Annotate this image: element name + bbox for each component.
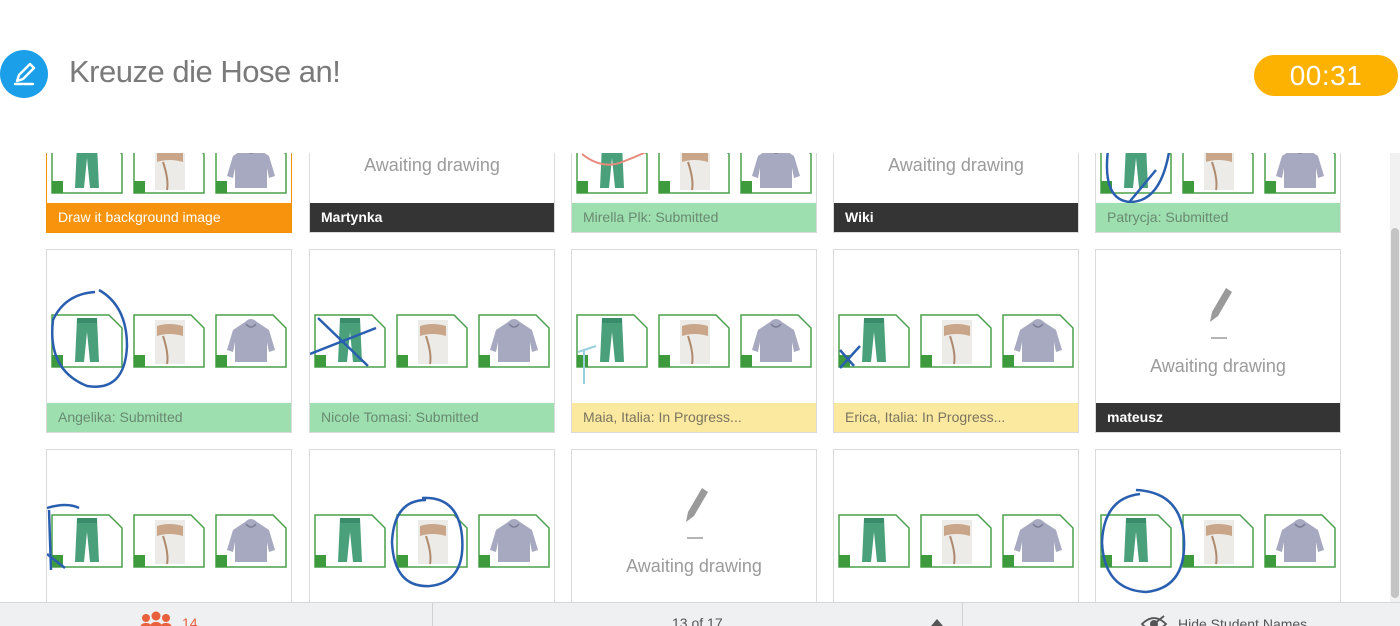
student-tile[interactable]: [46, 449, 292, 602]
hoodie-item: [1002, 514, 1074, 568]
student-tile[interactable]: Angelika: Submitted: [46, 249, 292, 433]
scrollbar-thumb[interactable]: [1391, 228, 1399, 598]
student-tile[interactable]: Draw it background image: [46, 153, 292, 233]
student-tile[interactable]: Awaiting drawing Wiki: [833, 153, 1079, 233]
shirt-item: [133, 153, 205, 194]
pants-item: [51, 514, 123, 568]
footer-divider: [962, 603, 963, 626]
header: Kreuze die Hose an! 00:31: [0, 0, 1400, 150]
hoodie-item: [478, 514, 550, 568]
shirt-item: [396, 514, 468, 568]
shirt-item: [658, 314, 730, 368]
student-tile[interactable]: [309, 449, 555, 602]
shirt-item: [133, 314, 205, 368]
pants-item: [838, 314, 910, 368]
pants-item: [314, 314, 386, 368]
footer-divider: [432, 603, 433, 626]
student-tile[interactable]: [833, 449, 1079, 602]
countdown-timer: 00:31: [1254, 55, 1398, 96]
student-tile[interactable]: Nicole Tomasi: Submitted: [309, 249, 555, 433]
footer-bar: 14 13 of 17 Hide Student Names: [0, 602, 1400, 626]
shirt-item: [920, 314, 992, 368]
pencil-icon: [0, 50, 48, 98]
activity-prompt: Kreuze die Hose an!: [69, 54, 341, 89]
pants-item: [576, 153, 648, 194]
hoodie-item: [740, 153, 812, 194]
awaiting-text: Awaiting drawing: [888, 155, 1024, 175]
student-tile[interactable]: Awaiting drawing Martynka: [309, 153, 555, 233]
tile-caption: Martynka: [310, 203, 554, 232]
awaiting-text: Awaiting drawing: [626, 556, 762, 576]
students-icon: [140, 611, 172, 626]
student-tile[interactable]: Awaiting drawing: [571, 449, 817, 602]
pants-item: [314, 514, 386, 568]
hoodie-item: [740, 314, 812, 368]
eye-slash-icon: [1140, 615, 1168, 626]
student-grid: Draw it background image Awaiting drawin…: [0, 153, 1390, 602]
pencil-icon: [686, 488, 708, 539]
student-tile[interactable]: Patrycja: Submitted: [1095, 153, 1341, 233]
pants-item: [51, 314, 123, 368]
pants-item: [1100, 514, 1172, 568]
awaiting-text: Awaiting drawing: [364, 155, 500, 175]
grid-scrollbar[interactable]: [1390, 153, 1400, 602]
tile-caption: mateusz: [1096, 403, 1340, 432]
pants-item: [576, 314, 648, 368]
shirt-item: [920, 514, 992, 568]
student-tile[interactable]: Awaiting drawing mateusz: [1095, 249, 1341, 433]
student-tile[interactable]: Mirella Plk: Submitted: [571, 153, 817, 233]
hoodie-item: [478, 314, 550, 368]
shirt-item: [133, 514, 205, 568]
pants-item: [838, 514, 910, 568]
tile-caption: Draw it background image: [47, 203, 291, 232]
hoodie-item: [1264, 153, 1336, 194]
pants-item: [51, 153, 123, 194]
tile-caption: Angelika: Submitted: [47, 403, 291, 432]
shirt-item: [1182, 153, 1254, 194]
student-tile[interactable]: Erica, Italia: In Progress...: [833, 249, 1079, 433]
hide-names-label: Hide Student Names: [1178, 616, 1308, 626]
hoodie-item: [215, 314, 287, 368]
shirt-item: [658, 153, 730, 194]
app-screen: Kreuze die Hose an! 00:31 Draw it backgr…: [0, 0, 1400, 626]
hoodie-item: [215, 153, 287, 194]
awaiting-text: Awaiting drawing: [1150, 356, 1286, 376]
tile-caption: Mirella Plk: Submitted: [572, 203, 816, 232]
student-count: 14: [182, 615, 198, 626]
tile-caption: Erica, Italia: In Progress...: [834, 403, 1078, 432]
hoodie-item: [1264, 514, 1336, 568]
hoodie-item: [1002, 314, 1074, 368]
student-tile[interactable]: Maia, Italia: In Progress...: [571, 249, 817, 433]
student-tile[interactable]: [1095, 449, 1341, 602]
tile-caption: Patrycja: Submitted: [1096, 203, 1340, 232]
hoodie-item: [215, 514, 287, 568]
page-indicator: 13 of 17: [672, 615, 723, 626]
pencil-icon: [1210, 288, 1232, 339]
page-up-icon[interactable]: [931, 619, 943, 626]
pants-item: [1100, 153, 1172, 194]
tile-caption: Maia, Italia: In Progress...: [572, 403, 816, 432]
tile-caption: Nicole Tomasi: Submitted: [310, 403, 554, 432]
shirt-item: [396, 314, 468, 368]
shirt-item: [1182, 514, 1254, 568]
tile-caption: Wiki: [834, 203, 1078, 232]
